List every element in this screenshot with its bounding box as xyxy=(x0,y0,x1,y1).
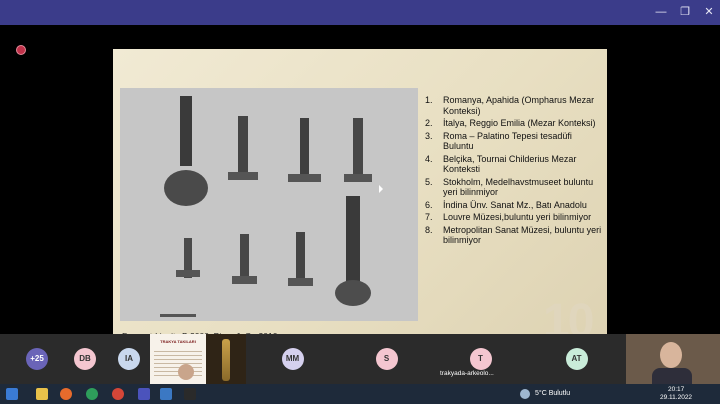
avatar: MM xyxy=(281,348,304,370)
mouse-cursor-icon xyxy=(379,185,383,193)
avatar: AT xyxy=(565,348,588,370)
chrome-icon[interactable] xyxy=(112,388,124,400)
avatar: S xyxy=(375,348,398,370)
list-item: 7. Louvre Müzesi,buluntu yeri bilinmiyor xyxy=(425,212,592,222)
weather-text[interactable]: 5°C Bulutlu xyxy=(535,390,570,397)
thumbnail-title: TRAKYA TAKILARI xyxy=(160,339,196,344)
file-explorer-icon[interactable] xyxy=(36,388,48,400)
list-item: 4. Belçika, Tournai Childerius Mezar Kont… xyxy=(425,153,577,175)
windows-taskbar: 5°C Bulutlu 20:17 29.11.2022 xyxy=(0,384,720,404)
participant-strip: +25 DB IA TRAKYA TAKILARI MM S T trakyad… xyxy=(0,334,720,384)
list-item: 5. Stokholm, Medelhavstmuseet buluntu yer… xyxy=(425,176,594,198)
shared-screen-stage: Deppert-Lippitz B 2000; Pinar J. G., 201… xyxy=(0,25,720,355)
statue-figure xyxy=(222,339,230,381)
presentation-slide: Deppert-Lippitz B 2000; Pinar J. G., 201… xyxy=(113,49,607,355)
speaker-label: trakyada-arkeolo... xyxy=(440,370,494,377)
more-participants-badge[interactable]: +25 xyxy=(26,348,48,370)
close-icon[interactable]: ✕ xyxy=(700,4,718,20)
self-video-tile[interactable] xyxy=(626,334,720,384)
word-icon[interactable] xyxy=(160,388,172,400)
avatar: IA xyxy=(118,348,140,370)
avatar: T xyxy=(469,348,492,370)
weather-icon[interactable] xyxy=(520,389,530,399)
list-item: 3. Roma – Palatino Tepesi tesadüfi Bulunt… xyxy=(425,130,572,152)
recording-icon xyxy=(16,45,26,55)
list-item: 8. Metropolitan Sanat Müzesi, buluntu yer… xyxy=(425,224,602,246)
list-item: 6. İndina Ünv. Sanat Mz., Batı Anadolu xyxy=(425,199,587,210)
participant-tile[interactable]: S xyxy=(340,334,433,384)
restore-icon[interactable]: ❐ xyxy=(676,4,694,20)
self-face xyxy=(660,342,682,368)
window-title-bar: — ❐ ✕ xyxy=(0,0,720,25)
app-icon[interactable] xyxy=(184,388,196,400)
book-cover-thumbnail[interactable]: TRAKYA TAKILARI xyxy=(150,334,206,384)
teams-icon[interactable] xyxy=(138,388,150,400)
list-item: 1. Romanya, Apahida (Ompharus Mezar Konte… xyxy=(425,95,595,116)
statue-thumbnail[interactable] xyxy=(206,334,246,384)
clock-time[interactable]: 20:17 xyxy=(668,386,684,393)
participant-tile[interactable]: AT xyxy=(530,334,623,384)
participant-tile[interactable]: MM xyxy=(246,334,339,384)
minimize-icon[interactable]: — xyxy=(652,4,670,20)
clock-date[interactable]: 29.11.2022 xyxy=(660,394,692,401)
speaker-face xyxy=(178,364,194,380)
firefox-icon[interactable] xyxy=(60,388,72,400)
list-item: 2. İtalya, Reggio Emilia (Mezar Konteksi) xyxy=(425,118,596,128)
start-icon[interactable] xyxy=(6,388,18,400)
fibula-plate-illustration xyxy=(120,88,418,321)
edge-icon[interactable] xyxy=(86,388,98,400)
artifact-photo xyxy=(120,88,418,321)
site-list: 1. Romanya, Apahida (Ompharus Mezar Konte… xyxy=(423,95,603,248)
